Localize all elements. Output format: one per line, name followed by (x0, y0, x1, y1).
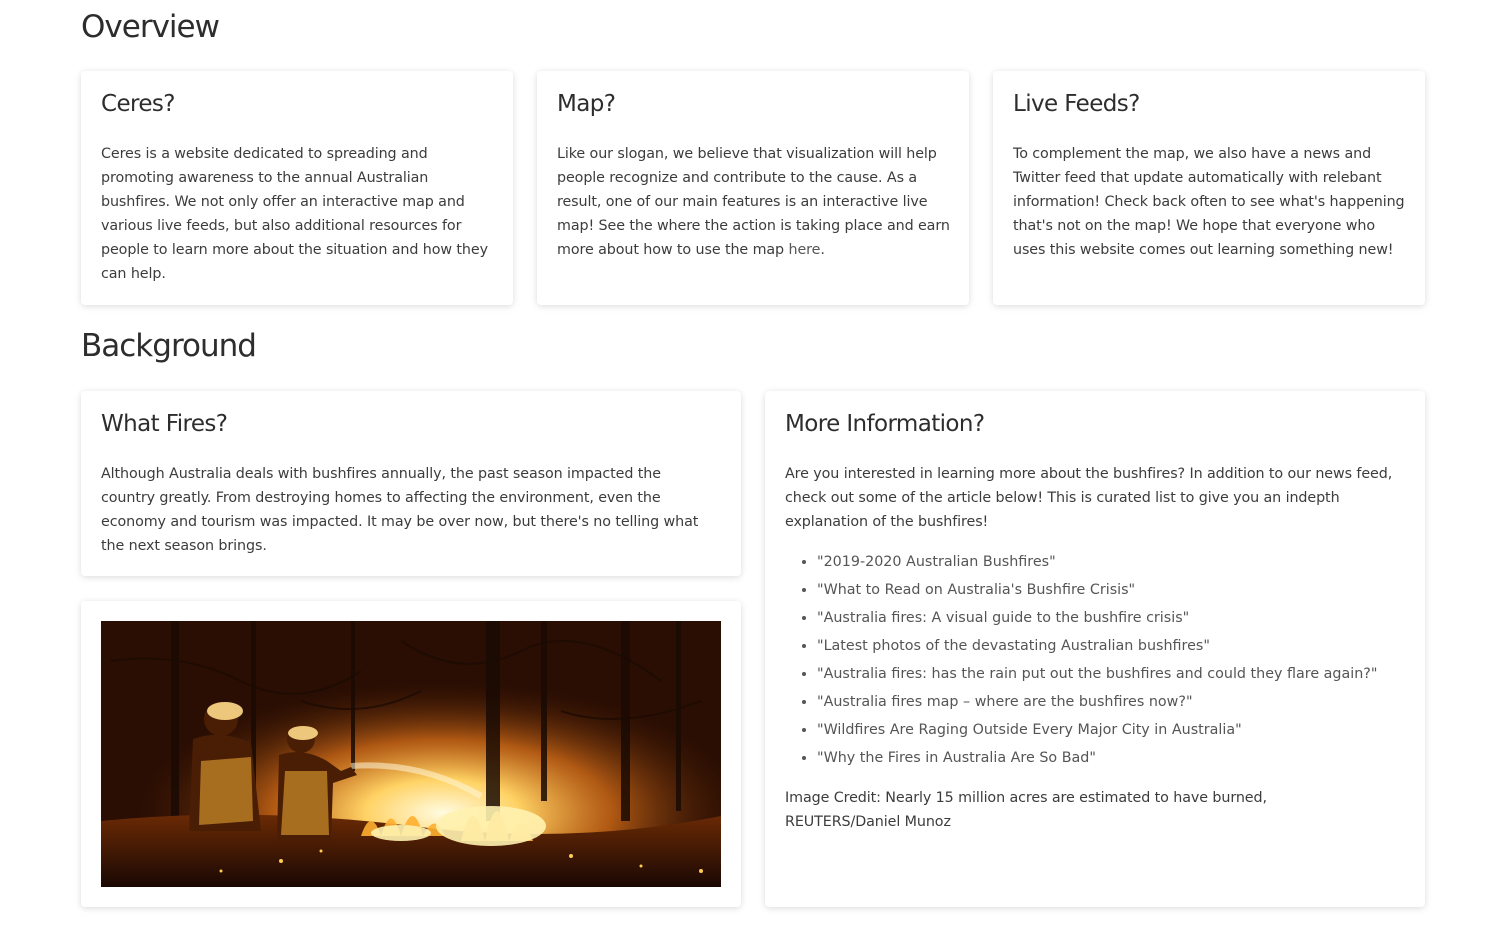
image-credit: Image Credit: Nearly 15 million acres ar… (785, 790, 1267, 830)
list-item: "2019-2020 Australian Bushfires" (817, 548, 1377, 576)
article-link[interactable]: "Australia fires: A visual guide to the … (817, 610, 1189, 626)
what-fires-card: What Fires? Although Australia deals wit… (81, 391, 741, 576)
what-fires-card-title: What Fires? (101, 411, 228, 437)
page: Overview Ceres? Ceres is a website dedic… (0, 0, 1509, 928)
list-item: "Australia fires: has the rain put out t… (817, 660, 1377, 688)
live-feeds-card-body: To complement the map, we also have a ne… (1013, 146, 1405, 258)
what-fires-card-body: Although Australia deals with bushfires … (101, 466, 699, 554)
bushfire-image-card (81, 601, 741, 907)
ceres-card-body: Ceres is a website dedicated to spreadin… (101, 146, 488, 282)
map-card-body-end: . (820, 242, 825, 258)
overview-heading: Overview (81, 9, 220, 45)
article-link[interactable]: "Why the Fires in Australia Are So Bad" (817, 750, 1096, 766)
list-item: "Wildfires Are Raging Outside Every Majo… (817, 716, 1377, 744)
background-heading: Background (81, 328, 257, 364)
map-card: Map? Like our slogan, we believe that vi… (537, 71, 969, 305)
live-feeds-card: Live Feeds? To complement the map, we al… (993, 71, 1425, 305)
map-card-body: Like our slogan, we believe that visuali… (557, 142, 953, 262)
map-card-body-text: Like our slogan, we believe that visuali… (557, 146, 950, 258)
article-link[interactable]: "Wildfires Are Raging Outside Every Majo… (817, 722, 1242, 738)
map-card-title: Map? (557, 91, 616, 117)
bushfire-photo-illustration (101, 621, 721, 887)
more-info-card-title: More Information? (785, 411, 985, 437)
list-item: "Why the Fires in Australia Are So Bad" (817, 744, 1377, 772)
article-link[interactable]: "2019-2020 Australian Bushfires" (817, 554, 1056, 570)
article-links-list: "2019-2020 Australian Bushfires" "What t… (785, 548, 1377, 772)
article-link[interactable]: "Latest photos of the devastating Austra… (817, 638, 1210, 654)
bushfire-photo (101, 621, 721, 887)
ceres-card: Ceres? Ceres is a website dedicated to s… (81, 71, 513, 305)
list-item: "What to Read on Australia's Bushfire Cr… (817, 576, 1377, 604)
live-feeds-card-title: Live Feeds? (1013, 91, 1140, 117)
more-info-card: More Information? Are you interested in … (765, 391, 1425, 907)
article-link[interactable]: "What to Read on Australia's Bushfire Cr… (817, 582, 1135, 598)
more-info-intro: Are you interested in learning more abou… (785, 466, 1393, 530)
ceres-card-title: Ceres? (101, 91, 176, 117)
article-link[interactable]: "Australia fires: has the rain put out t… (817, 666, 1377, 682)
list-item: "Australia fires map – where are the bus… (817, 688, 1377, 716)
list-item: "Australia fires: A visual guide to the … (817, 604, 1377, 632)
map-here-link[interactable]: here (788, 242, 820, 258)
list-item: "Latest photos of the devastating Austra… (817, 632, 1377, 660)
article-link[interactable]: "Australia fires map – where are the bus… (817, 694, 1193, 710)
